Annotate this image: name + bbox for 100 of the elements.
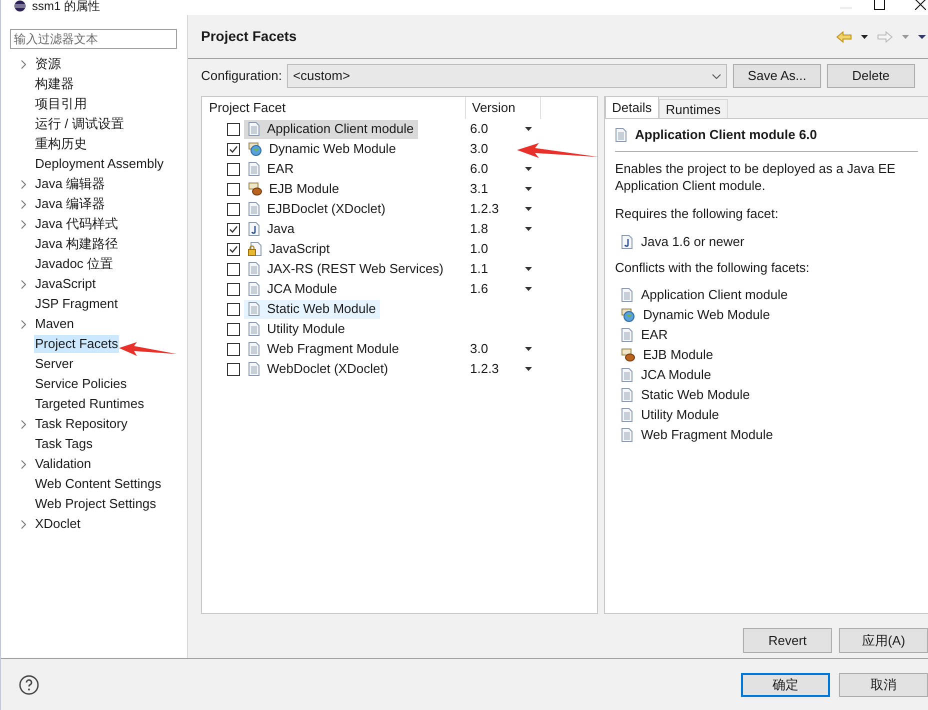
checkbox[interactable] [227, 222, 240, 236]
checkbox[interactable] [227, 122, 240, 136]
document-icon [248, 122, 260, 136]
caret-icon[interactable] [525, 207, 532, 211]
sidebar-item[interactable]: Deployment Assembly [34, 155, 165, 173]
facet-row[interactable]: Java [244, 220, 298, 238]
checkbox[interactable] [227, 182, 240, 196]
checkbox[interactable] [227, 162, 240, 176]
sidebar-item[interactable]: Web Content Settings [34, 475, 162, 493]
page-title: Project Facets [201, 27, 297, 46]
facet-row[interactable]: JAX-RS (REST Web Services) [244, 260, 448, 278]
checkbox[interactable] [227, 362, 240, 376]
back-arrow-icon[interactable] [836, 30, 852, 42]
caret-icon[interactable] [525, 167, 532, 171]
details-tab[interactable]: Runtimes [658, 99, 728, 118]
sidebar-item[interactable]: Validation [34, 455, 92, 473]
checkbox[interactable] [227, 202, 240, 216]
sidebar-item[interactable]: Targeted Runtimes [34, 395, 146, 413]
dialog-button[interactable]: 确定 [741, 672, 830, 696]
sidebar-item[interactable]: JSP Fragment [34, 295, 119, 313]
caret-icon[interactable] [525, 187, 532, 191]
sidebar-item[interactable]: Java 编辑器 [34, 175, 106, 193]
save-as-button[interactable]: Save As... [733, 64, 821, 88]
caret-icon[interactable] [525, 267, 532, 271]
version-cell-text: 1.6 [470, 280, 490, 298]
conflicting-facet: Application Client module [641, 286, 788, 304]
checkbox[interactable] [227, 142, 240, 156]
view-menu-icon[interactable] [918, 34, 926, 38]
globe-icon [248, 142, 262, 156]
sidebar-item[interactable]: Java 编译器 [34, 195, 106, 213]
expand-chevron-icon[interactable] [20, 180, 26, 188]
sidebar-item[interactable]: 项目引用 [34, 95, 88, 113]
page-button[interactable]: Revert [743, 628, 832, 653]
checkbox[interactable] [227, 282, 240, 296]
checkbox[interactable] [227, 322, 240, 336]
configuration-dropdown[interactable]: <custom> [286, 64, 728, 88]
expand-chevron-icon[interactable] [20, 220, 26, 228]
facet-row[interactable]: EAR [244, 160, 298, 178]
expand-chevron-icon[interactable] [20, 420, 26, 428]
caret-icon[interactable] [525, 347, 532, 351]
sidebar-item[interactable]: 重构历史 [34, 135, 88, 153]
version-cell-text: 6.0 [470, 120, 490, 138]
checkbox[interactable] [227, 242, 240, 256]
filter-field[interactable]: 输入过滤器文本 [10, 29, 177, 49]
sidebar-item[interactable]: Server [34, 355, 74, 373]
sidebar-item[interactable]: 构建器 [34, 75, 75, 93]
expand-chevron-icon[interactable] [20, 320, 26, 328]
expand-chevron-icon[interactable] [20, 280, 26, 288]
bean-icon [248, 182, 262, 196]
dialog-button[interactable]: 取消 [839, 672, 928, 696]
sidebar-item[interactable]: 资源 [34, 55, 62, 73]
checkbox[interactable] [227, 262, 240, 276]
maximize-icon[interactable] [874, 0, 885, 10]
facet-row[interactable]: JCA Module [244, 280, 342, 298]
facet-row[interactable]: Dynamic Web Module [244, 140, 400, 158]
conflicting-facet: JCA Module [641, 366, 712, 384]
caret-icon[interactable] [525, 287, 532, 291]
conflicts-label: Conflicts with the following facets: [615, 259, 810, 277]
help-icon[interactable] [19, 674, 39, 694]
expand-chevron-icon[interactable] [20, 520, 26, 528]
sidebar-item[interactable]: 运行 / 调试设置 [34, 115, 125, 133]
expand-chevron-icon[interactable] [20, 460, 26, 468]
document-icon [621, 368, 633, 382]
sidebar-item[interactable]: Maven [34, 315, 76, 333]
details-tab[interactable]: Details [605, 96, 659, 118]
facet-row[interactable]: Static Web Module [244, 300, 380, 318]
version-cell-text: 6.0 [470, 160, 490, 178]
caret-icon[interactable] [525, 367, 532, 371]
facet-row[interactable]: Application Client module [244, 120, 418, 138]
back-dropdown-icon[interactable] [861, 34, 868, 38]
sidebar-item[interactable]: Task Tags [34, 435, 94, 453]
sidebar-item[interactable]: Project Facets [34, 335, 120, 353]
sidebar-item[interactable]: JavaScript [34, 275, 97, 293]
sidebar-item[interactable]: XDoclet [34, 515, 82, 533]
expand-chevron-icon[interactable] [20, 60, 26, 68]
caret-icon[interactable] [525, 227, 532, 231]
sidebar-item[interactable]: Javadoc 位置 [34, 255, 114, 273]
facet-row[interactable]: Web Fragment Module [244, 340, 403, 358]
facet-row[interactable]: JavaScript [244, 240, 334, 258]
sidebar-item[interactable]: Java 代码样式 [34, 215, 120, 233]
sidebar-item[interactable]: Web Project Settings [34, 495, 158, 513]
chevron-down-icon [712, 74, 722, 78]
checkbox[interactable] [227, 302, 240, 316]
caret-icon[interactable] [525, 127, 532, 131]
version-cell-text: 3.0 [470, 140, 490, 158]
delete-button[interactable]: Delete [826, 64, 916, 88]
sidebar-item[interactable]: Service Policies [34, 375, 128, 393]
locked-file-icon [248, 242, 262, 256]
column-header[interactable]: Version [466, 97, 541, 119]
sidebar-item[interactable]: Task Repository [34, 415, 128, 433]
column-header[interactable]: Project Facet [202, 97, 466, 119]
facet-row[interactable]: EJB Module [244, 180, 344, 198]
sidebar-item[interactable]: Java 构建路径 [34, 235, 120, 253]
expand-chevron-icon[interactable] [20, 200, 26, 208]
page-button[interactable]: 应用(A) [839, 628, 928, 653]
close-icon[interactable] [915, 0, 926, 10]
facet-row[interactable]: WebDoclet (XDoclet) [244, 360, 392, 378]
checkbox[interactable] [227, 342, 240, 356]
facet-row[interactable]: EJBDoclet (XDoclet) [244, 200, 390, 218]
facet-row[interactable]: Utility Module [244, 320, 350, 338]
